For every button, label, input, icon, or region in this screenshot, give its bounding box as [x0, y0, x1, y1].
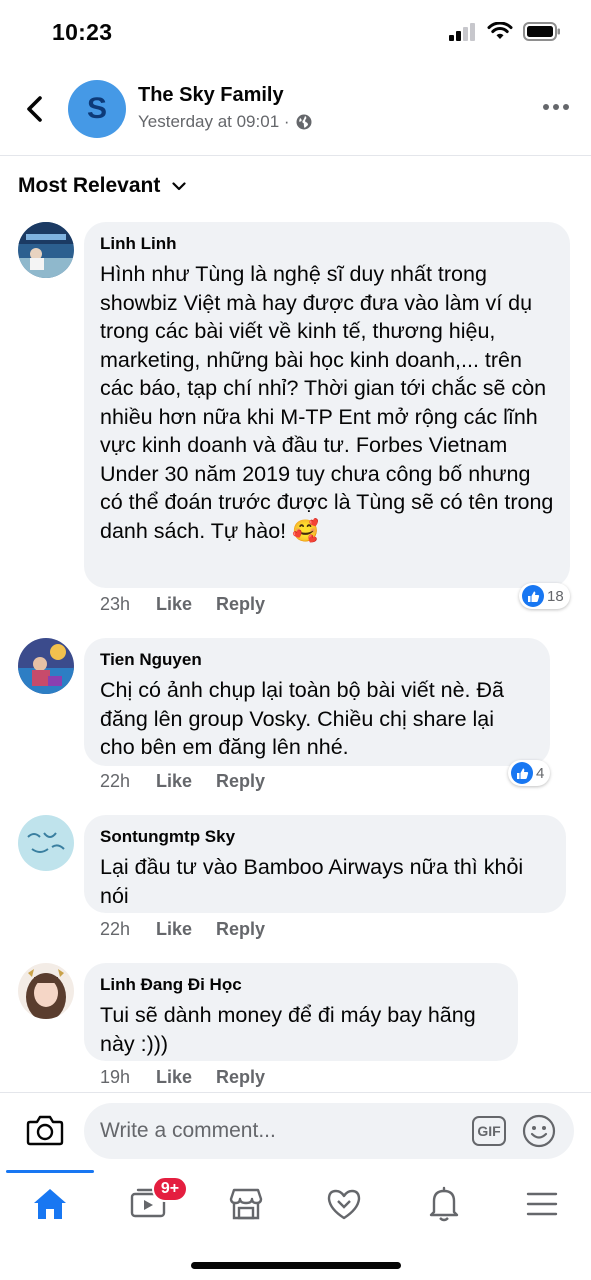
- like-reaction-icon: [511, 762, 533, 784]
- reply-button[interactable]: Reply: [216, 771, 265, 792]
- notification-badge: 9+: [152, 1176, 188, 1202]
- comment-author[interactable]: Linh Linh: [100, 234, 554, 254]
- status-icons: [449, 22, 561, 41]
- comment-timestamp: 22h: [100, 771, 131, 791]
- comment-bubble[interactable]: Tien Nguyen Chị có ảnh chụp lại toàn bộ …: [84, 638, 550, 766]
- comment-text: Tui sẽ dành money để đi máy bay hãng này…: [100, 1003, 476, 1056]
- avatar[interactable]: [18, 222, 74, 278]
- tab-home[interactable]: [20, 1182, 80, 1226]
- like-button[interactable]: Like: [156, 1067, 216, 1088]
- tab-marketplace[interactable]: [216, 1182, 276, 1226]
- tab-menu[interactable]: [512, 1182, 572, 1226]
- comment-input-wrapper: GIF: [84, 1103, 574, 1159]
- comment-text: Lại đầu tư vào Bamboo Airways nữa thì kh…: [100, 855, 524, 908]
- page-avatar[interactable]: S: [68, 80, 126, 138]
- reaction-count: 4: [536, 764, 545, 782]
- reply-button[interactable]: Reply: [216, 919, 265, 940]
- reaction-count: 18: [547, 587, 564, 605]
- globe-icon: [296, 114, 312, 130]
- camera-icon[interactable]: [26, 1113, 64, 1147]
- sort-dropdown[interactable]: Most Relevant: [18, 174, 186, 198]
- chevron-down-icon: [172, 181, 186, 190]
- like-reaction-icon: [522, 585, 544, 607]
- post-time: Yesterday at 09:01 ·: [138, 112, 290, 131]
- heart-icon: [327, 1189, 361, 1220]
- comment-author[interactable]: Sontungmtp Sky: [100, 827, 550, 847]
- reaction-badge[interactable]: 4: [508, 760, 551, 786]
- comment-bubble[interactable]: Linh Linh Hình như Tùng là nghệ sĩ duy n…: [84, 222, 570, 588]
- tab-dating[interactable]: [314, 1182, 374, 1226]
- comment-actions: 22h Like Reply: [100, 771, 265, 792]
- comment-text: Chị có ảnh chụp lại toàn bộ bài viết nè.…: [100, 678, 504, 759]
- reaction-badge[interactable]: 18: [519, 583, 570, 609]
- comment-author[interactable]: Tien Nguyen: [100, 650, 534, 670]
- like-button[interactable]: Like: [156, 771, 216, 792]
- reply-button[interactable]: Reply: [216, 594, 265, 615]
- status-time: 10:23: [52, 19, 113, 45]
- like-button[interactable]: Like: [156, 919, 216, 940]
- comment-timestamp: 23h: [100, 594, 131, 614]
- active-tab-indicator: [6, 1170, 94, 1173]
- comment-text: Hình như Tùng là nghệ sĩ duy nhất trong …: [100, 262, 554, 543]
- comment-actions: 19h Like Reply: [100, 1067, 265, 1088]
- comment-actions: 23h Like Reply: [100, 594, 265, 615]
- home-indicator: [191, 1262, 401, 1269]
- back-arrow-icon[interactable]: [20, 94, 50, 124]
- bottom-tab-bar: 9+: [0, 1170, 591, 1280]
- comment-timestamp: 22h: [100, 919, 131, 939]
- sort-label: Most Relevant: [18, 174, 161, 197]
- tab-notifications[interactable]: [414, 1182, 474, 1226]
- more-options-icon[interactable]: [543, 104, 569, 110]
- page-avatar-initial: S: [86, 92, 107, 125]
- signal-icon: [449, 22, 475, 41]
- comment-bubble[interactable]: Sontungmtp Sky Lại đầu tư vào Bamboo Air…: [84, 815, 566, 913]
- reply-button[interactable]: Reply: [216, 1067, 265, 1088]
- bell-icon: [429, 1186, 459, 1222]
- avatar[interactable]: [18, 638, 74, 694]
- comment-input[interactable]: [100, 1103, 460, 1159]
- gif-button[interactable]: GIF: [472, 1116, 506, 1146]
- emoji-icon[interactable]: [522, 1114, 556, 1148]
- comment-author[interactable]: Linh Đang Đi Học: [100, 975, 502, 995]
- avatar[interactable]: [18, 963, 74, 1019]
- comment-timestamp: 19h: [100, 1067, 131, 1087]
- comment-composer: GIF: [0, 1092, 591, 1170]
- avatar[interactable]: [18, 815, 74, 871]
- status-bar: 10:23: [0, 0, 591, 64]
- comment-actions: 22h Like Reply: [100, 919, 265, 940]
- battery-icon: [523, 22, 560, 41]
- post-meta: Yesterday at 09:01 ·: [138, 112, 312, 132]
- comment-bubble[interactable]: Linh Đang Đi Học Tui sẽ dành money để đi…: [84, 963, 518, 1061]
- hamburger-menu-icon: [526, 1192, 558, 1216]
- page-name[interactable]: The Sky Family: [138, 84, 284, 107]
- post-header: S The Sky Family Yesterday at 09:01 ·: [0, 64, 591, 156]
- like-button[interactable]: Like: [156, 594, 216, 615]
- home-icon: [34, 1189, 66, 1219]
- marketplace-icon: [229, 1188, 263, 1220]
- wifi-icon: [487, 22, 513, 39]
